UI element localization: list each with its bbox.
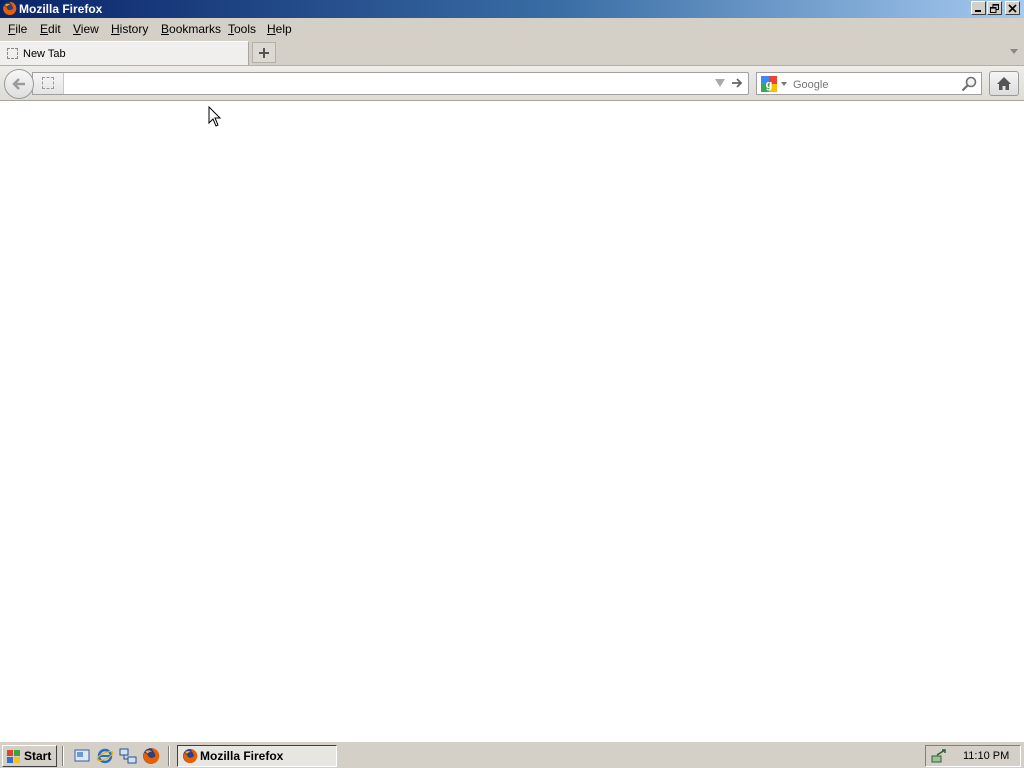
mouse-cursor-icon — [208, 106, 222, 127]
new-tab-button[interactable] — [252, 42, 276, 63]
taskbar-firefox-window[interactable]: Mozilla Firefox — [177, 745, 337, 767]
menu-view[interactable]: View — [73, 22, 99, 36]
firefox-icon — [2, 1, 17, 16]
menu-history[interactable]: History — [111, 22, 148, 36]
svg-text:g: g — [766, 79, 773, 91]
network-icon[interactable] — [119, 747, 137, 765]
site-identity-button[interactable] — [33, 73, 64, 94]
firefox-icon[interactable] — [142, 747, 160, 765]
menu-help[interactable]: Help — [267, 22, 292, 36]
url-history-dropdown-icon[interactable] — [715, 79, 725, 87]
back-arrow-icon — [12, 78, 25, 90]
home-button[interactable] — [989, 71, 1019, 96]
taskbar-separator — [168, 746, 170, 766]
tab-list-chevron-icon[interactable] — [1010, 49, 1018, 54]
tab-new-tab[interactable]: New Tab — [0, 41, 249, 65]
menu-tools[interactable]: Tools — [228, 22, 256, 36]
home-icon — [997, 77, 1011, 90]
clock[interactable]: 11:10 PM — [963, 750, 1009, 763]
system-tray: 11:10 PM — [925, 745, 1021, 767]
start-button[interactable]: Start — [2, 745, 57, 767]
blank-page-icon — [7, 48, 18, 59]
page-content[interactable] — [0, 101, 1024, 741]
restore-icon — [990, 4, 999, 13]
menu-bar: File Edit View History Bookmarks Tools H… — [0, 18, 1024, 40]
url-bar[interactable] — [32, 72, 749, 95]
minimize-button[interactable] — [971, 1, 986, 15]
taskbar: Start Mozilla Firefox 11:10 PM — [0, 741, 1024, 768]
blank-page-icon — [42, 77, 54, 89]
back-button[interactable] — [4, 69, 34, 99]
search-icon[interactable] — [961, 76, 977, 92]
network-connection-icon[interactable] — [931, 748, 949, 764]
plus-icon — [259, 48, 269, 58]
taskbar-separator — [62, 746, 64, 766]
minimize-icon — [975, 10, 981, 12]
show-desktop-icon[interactable] — [73, 747, 91, 765]
window-title: Mozilla Firefox — [19, 2, 103, 16]
tab-strip: New Tab — [0, 40, 1024, 65]
go-arrow-icon[interactable] — [731, 77, 743, 89]
restore-button[interactable] — [987, 1, 1002, 15]
firefox-icon — [183, 748, 198, 763]
google-icon[interactable]: g — [761, 76, 777, 92]
url-input[interactable] — [65, 75, 709, 94]
menu-bookmarks[interactable]: Bookmarks — [161, 22, 221, 36]
close-button[interactable] — [1005, 1, 1020, 15]
search-bar[interactable]: g — [756, 72, 982, 95]
windows-logo-icon — [7, 750, 20, 763]
internet-explorer-icon[interactable] — [96, 747, 114, 765]
search-input[interactable] — [791, 75, 960, 94]
engine-dropdown-icon[interactable] — [781, 82, 787, 86]
navigation-toolbar: g — [0, 65, 1024, 101]
close-icon — [1008, 4, 1017, 13]
menu-file[interactable]: File — [8, 22, 27, 36]
tab-label: New Tab — [23, 48, 66, 60]
menu-edit[interactable]: Edit — [40, 22, 61, 36]
window-titlebar[interactable]: Mozilla Firefox — [0, 0, 1024, 18]
